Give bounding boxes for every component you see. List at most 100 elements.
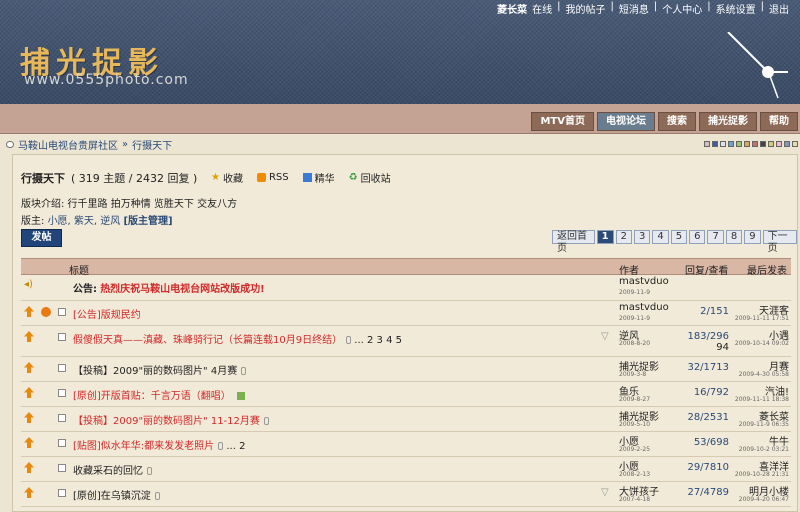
color-swatch[interactable] [736, 141, 742, 147]
profile-link[interactable]: 个人中心 [657, 1, 707, 16]
tab-help[interactable]: 帮助 [760, 112, 798, 131]
star-icon: ★ [211, 172, 220, 183]
thread-checkbox[interactable] [58, 389, 66, 397]
thread-checkbox[interactable] [58, 308, 66, 316]
thread-title[interactable]: 收藏采石的回忆 [73, 466, 143, 477]
rss-label: RSS [268, 172, 289, 183]
thread-title[interactable]: 【投稿】2009"丽的数码图片" 11-12月赛 [73, 416, 260, 427]
favorite-action[interactable]: ★ 收藏 [211, 170, 243, 185]
color-swatch[interactable] [712, 141, 718, 147]
thread-checkbox[interactable] [58, 439, 66, 447]
col-author: 作者 [619, 266, 639, 277]
reply-count: 29/7810 [687, 462, 729, 473]
color-swatch[interactable] [768, 141, 774, 147]
table-row: 收藏采石的回忆 小愿 2008-2-13 29/7810 喜洋洋 2009-10… [21, 458, 791, 482]
last-post-date: 2009-10-28 21:31 [734, 471, 789, 478]
page-link[interactable]: 2 [615, 230, 632, 244]
hot-thread-icon [24, 412, 34, 423]
thread-checkbox[interactable] [58, 414, 66, 422]
page-next[interactable]: 下一页 [762, 230, 797, 254]
new-post-button[interactable]: 发帖 [21, 229, 62, 247]
page-link[interactable]: 1 [596, 230, 614, 244]
thread-date: 2009-5-10 [619, 421, 651, 428]
hot-thread-icon [24, 362, 34, 373]
rss-icon [256, 173, 266, 182]
hot-thread-icon [24, 487, 34, 498]
my-posts-link[interactable]: 我的帖子 [561, 1, 611, 16]
attachment-icon [346, 336, 352, 344]
favorite-label: 收藏 [222, 174, 243, 185]
mods-manage-link[interactable]: [版主管理] [123, 216, 172, 227]
thread-title[interactable]: 【投稿】2009"丽的数码图片" 4月赛 [73, 366, 237, 377]
breadcrumb-home[interactable]: 马鞍山电视台贵屏社区 [18, 137, 118, 152]
thread-checkbox[interactable] [58, 364, 66, 372]
tab-search[interactable]: 搜索 [658, 112, 696, 131]
thread-title[interactable]: [原创]在乌镇沉淀 [73, 491, 151, 502]
forum-actions: ★ 收藏 RSS 精华 ♻ 回收站 [211, 170, 391, 185]
reply-count: 27/4789 [687, 487, 729, 498]
thread-title-wrap: 【投稿】2009"丽的数码图片" 4月赛 [73, 362, 247, 377]
last-post-date: 2009-11-11 17:51 [734, 315, 789, 322]
last-post-date: 2009-11-9 06:35 [738, 421, 789, 428]
thread-title[interactable]: [公告]版规民约 [73, 306, 141, 321]
color-swatch[interactable] [776, 141, 782, 147]
table-row: ◂) 公告: 热烈庆祝马鞍山电视台网站改版成功! mastvduo 2009-1… [21, 276, 791, 301]
page-link[interactable]: 9 [744, 230, 761, 244]
thread-date: 2009-3-8 [619, 371, 647, 378]
attachment-icon [218, 442, 224, 450]
pagination: 返回首页 1 2 3 4 5 6 7 8 9 下一页 [552, 230, 797, 254]
thread-checkbox[interactable] [58, 333, 66, 341]
table-row: 假傻假天真——滇藏、珠峰骑行记（长篇连载10月9日终结） ... 2 3 4 5… [21, 327, 791, 357]
hot-thread-icon [24, 387, 34, 398]
page-link[interactable]: 3 [633, 230, 651, 244]
thread-date: 2008-8-20 [619, 340, 651, 347]
page-link[interactable]: 7 [707, 230, 724, 244]
color-swatch[interactable] [792, 141, 798, 147]
color-swatch[interactable] [720, 141, 726, 147]
breadcrumb-current[interactable]: 行摄天下 [132, 137, 172, 152]
color-swatch[interactable] [760, 141, 766, 147]
thread-title[interactable]: 公告: 热烈庆祝马鞍山电视台网站改版成功! [73, 280, 265, 295]
recycle-action[interactable]: ♻ 回收站 [349, 170, 391, 185]
thread-author[interactable]: mastvduo [619, 276, 669, 287]
last-post-date: 2009-10-14 09:02 [734, 340, 789, 347]
page-link[interactable]: 6 [689, 230, 706, 244]
page-link[interactable]: 8 [725, 230, 743, 244]
thread-pages[interactable]: ... 2 [226, 441, 245, 452]
logout-link[interactable]: 退出 [764, 1, 794, 16]
color-swatch[interactable] [728, 141, 734, 147]
thread-title-wrap: [原创]开版首贴：千言万语（翻唱） [73, 387, 245, 402]
color-swatch[interactable] [784, 141, 790, 147]
page-link[interactable]: 4 [652, 230, 669, 244]
thread-title[interactable]: [原创]开版首贴：千言万语（翻唱） [73, 391, 231, 402]
reply-count: 28/2531 [687, 412, 729, 423]
table-row: [原创]在乌镇沉淀 ▽ 大饼孩子 2007-4-18 27/4789 明月小楼 … [21, 483, 791, 507]
messages-link[interactable]: 短消息 [614, 1, 654, 16]
tab-mtv-home[interactable]: MTV首页 [531, 112, 594, 131]
color-swatch[interactable] [752, 141, 758, 147]
page-link[interactable]: 5 [670, 230, 688, 244]
color-swatch[interactable] [704, 141, 710, 147]
thread-pages[interactable]: ... 2 3 4 5 [354, 335, 402, 346]
thread-title[interactable]: 假傻假天真——滇藏、珠峰骑行记（长篇连载10月9日终结） [73, 335, 342, 346]
digest-label: 精华 [314, 174, 335, 185]
thread-title[interactable]: [贴图]似水年华:都来发发老照片 [73, 441, 214, 452]
digest-action[interactable]: 精华 [302, 170, 335, 185]
settings-link[interactable]: 系统设置 [711, 1, 761, 16]
rss-action[interactable]: RSS [256, 170, 289, 185]
breadcrumb-sep: » [122, 139, 129, 150]
hot-thread-icon [24, 306, 34, 317]
color-swatch[interactable] [744, 141, 750, 147]
thread-checkbox[interactable] [58, 464, 66, 472]
thread-checkbox[interactable] [58, 489, 66, 497]
attachment-icon [263, 417, 269, 425]
thread-title-wrap: [贴图]似水年华:都来发发老照片 ... 2 [73, 437, 245, 452]
page-first[interactable]: 返回首页 [552, 230, 595, 254]
announcement-title[interactable]: 热烈庆祝马鞍山电视台网站改版成功! [100, 284, 265, 295]
username-link[interactable]: 菱长菜 [492, 1, 532, 16]
mods-label: 版主: [21, 216, 45, 227]
tab-tv-forum[interactable]: 电视论坛 [597, 112, 655, 131]
tab-photo[interactable]: 捕光捉影 [699, 112, 757, 131]
last-post-date: 2009-10-2 03:21 [738, 446, 789, 453]
mods-list[interactable]: 小愿, 紫天, 逆风 [48, 216, 121, 227]
